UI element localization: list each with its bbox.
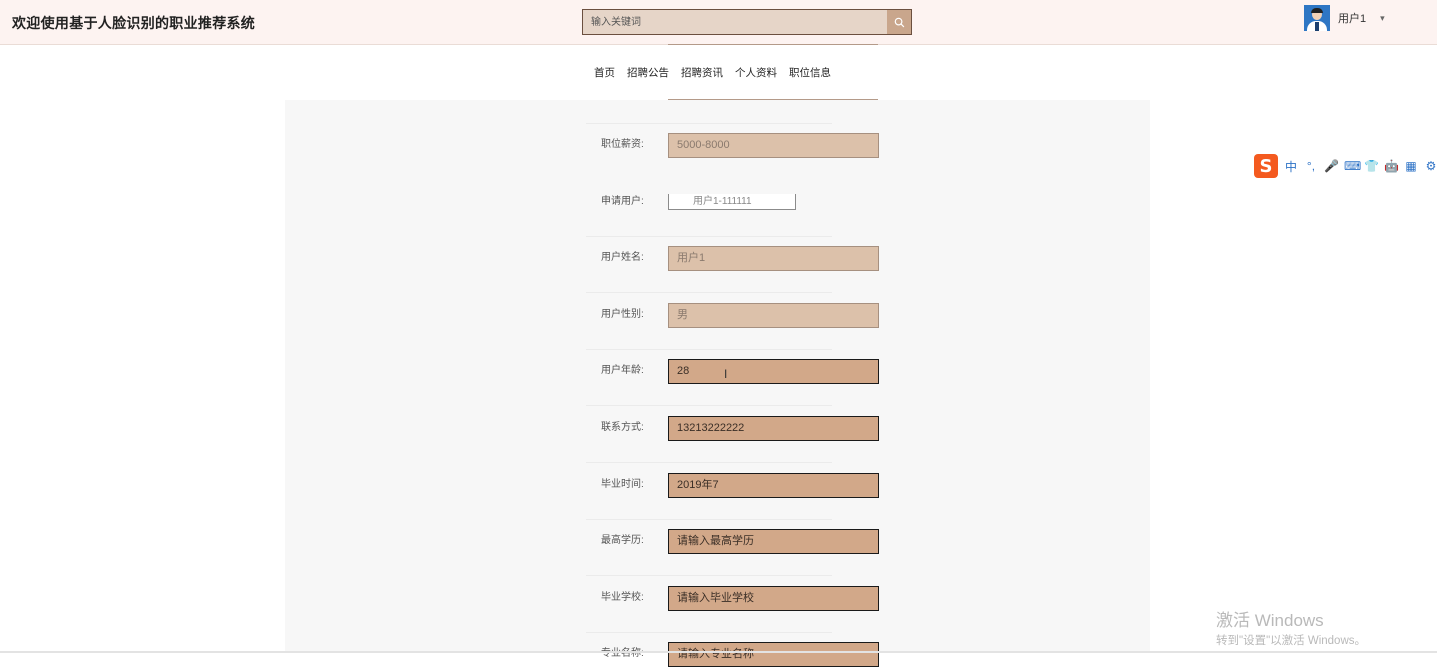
divider <box>586 236 832 237</box>
nav-item-jobs[interactable]: 职位信息 <box>789 65 831 80</box>
field-label: 最高学历: <box>601 535 644 546</box>
user-gender-field: 男 <box>668 303 879 328</box>
chinese-mode-icon[interactable]: 中 <box>1284 158 1298 175</box>
field-label: 专业名称: <box>601 648 644 659</box>
field-label: 毕业学校: <box>601 592 644 603</box>
sogou-logo-icon[interactable]: S <box>1254 154 1278 178</box>
settings-icon[interactable]: ⚙ <box>1424 159 1437 173</box>
site-title: 欢迎使用基于人脸识别的职业推荐系统 <box>12 15 256 31</box>
top-header: 欢迎使用基于人脸识别的职业推荐系统 用户1 ▾ <box>0 0 1437 45</box>
field-label: 用户姓名: <box>601 252 644 263</box>
field-label: 用户年龄: <box>601 365 644 376</box>
avatar[interactable] <box>1304 5 1330 31</box>
ime-toolbar: S 中 °, 🎤 ⌨ 👕 🤖 ▦ ⚙ <box>1254 154 1437 178</box>
text-cursor-icon: I <box>724 367 728 381</box>
nav-item-news[interactable]: 招聘资讯 <box>681 65 723 80</box>
phone-input[interactable]: 13213222222 <box>668 416 879 441</box>
salary-field: 5000-8000 <box>668 133 879 158</box>
nav-item-announcements[interactable]: 招聘公告 <box>627 65 669 80</box>
prev-field-edge <box>668 44 878 45</box>
field-label: 联系方式: <box>601 422 644 433</box>
divider <box>586 519 832 520</box>
user-age-input[interactable]: 28 <box>668 359 879 384</box>
main-nav: 首页 招聘公告 招聘资讯 个人资料 职位信息 <box>0 45 1437 100</box>
field-label: 职位薪资: <box>601 139 644 150</box>
keyboard-icon[interactable]: ⌨ <box>1344 159 1361 173</box>
major-input[interactable]: 请输入专业名称 <box>668 642 879 667</box>
search-button[interactable] <box>887 10 911 34</box>
microphone-icon[interactable]: 🎤 <box>1324 159 1339 173</box>
applicant-field: 用户1-111111 <box>668 194 796 210</box>
divider <box>586 292 832 293</box>
divider <box>586 632 832 633</box>
field-label: 毕业时间: <box>601 479 644 490</box>
user-menu[interactable]: 用户1 ▾ <box>1304 5 1385 31</box>
toolbox-icon[interactable]: ▦ <box>1404 159 1418 173</box>
search-box[interactable] <box>582 9 912 35</box>
skin-icon[interactable]: 👕 <box>1364 159 1379 173</box>
divider <box>586 462 832 463</box>
divider <box>586 123 832 124</box>
nav-item-profile[interactable]: 个人资料 <box>735 65 777 80</box>
nav-item-home[interactable]: 首页 <box>594 65 615 80</box>
watermark-title: 激活 Windows <box>1216 611 1324 630</box>
user-name[interactable]: 用户1 <box>1338 10 1366 26</box>
assistant-icon[interactable]: 🤖 <box>1384 159 1399 173</box>
search-icon <box>894 17 904 27</box>
prev-field-edge <box>668 99 878 100</box>
field-label: 用户性别: <box>601 309 644 320</box>
chevron-down-icon[interactable]: ▾ <box>1380 13 1385 24</box>
field-label: 申请用户: <box>601 196 644 207</box>
user-name-field: 用户1 <box>668 246 879 271</box>
divider <box>586 349 832 350</box>
windows-activation-watermark: 激活 Windows 转到"设置"以激活 Windows。 <box>1216 606 1366 648</box>
school-input[interactable]: 请输入毕业学校 <box>668 586 879 611</box>
divider <box>586 575 832 576</box>
watermark-subtitle: 转到"设置"以激活 Windows。 <box>1216 635 1367 647</box>
graduation-time-input[interactable]: 2019年7 <box>668 473 879 498</box>
search-input[interactable] <box>583 10 889 34</box>
divider <box>586 405 832 406</box>
punctuation-icon[interactable]: °, <box>1304 159 1318 173</box>
education-input[interactable]: 请输入最高学历 <box>668 529 879 554</box>
